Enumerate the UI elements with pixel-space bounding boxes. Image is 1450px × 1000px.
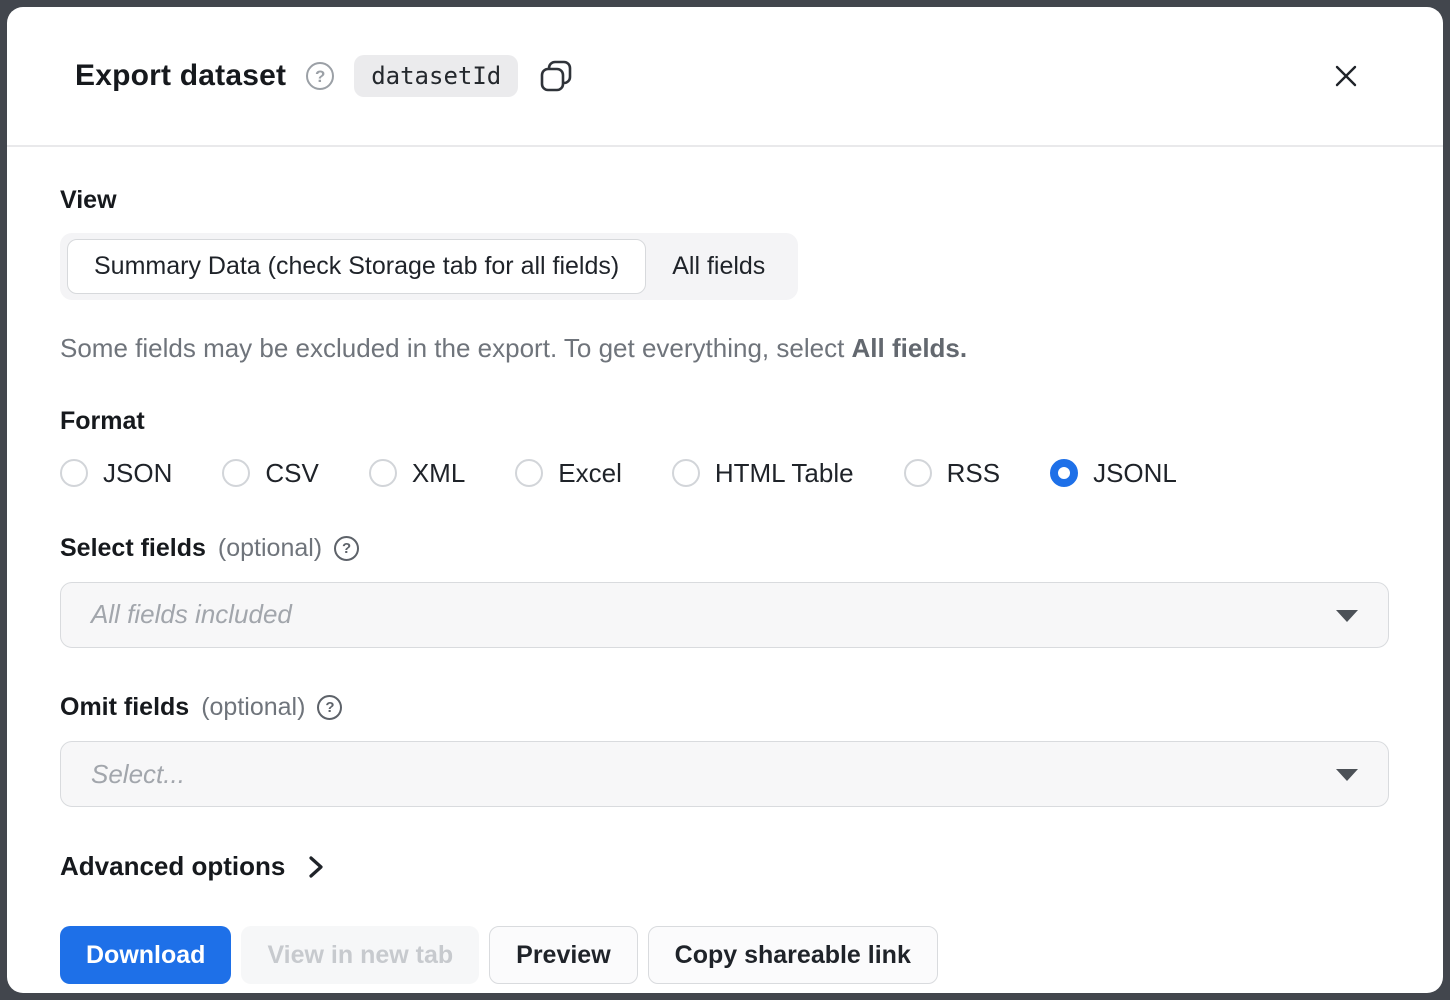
modal-title: Export dataset	[75, 59, 286, 93]
omit-fields-placeholder: Select...	[91, 759, 185, 790]
format-option-xml[interactable]: XML	[369, 458, 465, 489]
omit-fields-help-icon[interactable]: ?	[317, 695, 342, 720]
select-fields-help-icon[interactable]: ?	[334, 536, 359, 561]
close-icon	[1331, 61, 1361, 91]
copy-shareable-link-button[interactable]: Copy shareable link	[648, 926, 938, 984]
omit-fields-optional: (optional)	[201, 692, 305, 723]
radio-icon	[672, 459, 700, 487]
copy-dataset-id-button[interactable]	[538, 58, 574, 94]
helper-text-emphasis: All fields.	[852, 333, 968, 363]
copy-icon	[538, 58, 574, 94]
select-fields-label-row: Select fields (optional) ?	[60, 533, 1389, 564]
select-fields-dropdown[interactable]: All fields included	[60, 582, 1389, 648]
view-option-all-fields[interactable]: All fields	[646, 239, 791, 294]
format-option-json[interactable]: JSON	[60, 458, 172, 489]
omit-fields-dropdown[interactable]: Select...	[60, 741, 1389, 807]
format-option-excel[interactable]: Excel	[515, 458, 622, 489]
format-label: Format	[60, 406, 1389, 437]
dataset-id-badge: datasetId	[354, 55, 518, 97]
view-segmented-control: Summary Data (check Storage tab for all …	[60, 233, 798, 300]
omit-fields-label-row: Omit fields (optional) ?	[60, 692, 1389, 723]
format-radio-group: JSON CSV XML Excel HTML Table RSS	[60, 458, 1389, 489]
radio-icon	[369, 459, 397, 487]
advanced-options-toggle[interactable]: Advanced options	[60, 851, 327, 882]
helper-text-main: Some fields may be excluded in the expor…	[60, 333, 844, 363]
caret-down-icon	[1336, 610, 1358, 622]
select-fields-label: Select fields	[60, 533, 206, 564]
radio-icon	[60, 459, 88, 487]
select-fields-optional: (optional)	[218, 533, 322, 564]
footer-actions: Download View in new tab Preview Copy sh…	[60, 926, 1389, 984]
omit-fields-label: Omit fields	[60, 692, 189, 723]
select-fields-placeholder: All fields included	[91, 599, 292, 630]
view-in-new-tab-button[interactable]: View in new tab	[241, 926, 479, 984]
view-label: View	[60, 185, 1389, 216]
radio-selected-icon	[1050, 459, 1078, 487]
radio-icon	[515, 459, 543, 487]
format-option-html-table[interactable]: HTML Table	[672, 458, 854, 489]
preview-button[interactable]: Preview	[489, 926, 638, 984]
title-help-icon[interactable]: ?	[306, 62, 334, 90]
advanced-options-label: Advanced options	[60, 851, 285, 882]
download-button[interactable]: Download	[60, 926, 231, 984]
format-option-jsonl[interactable]: JSONL	[1050, 458, 1177, 489]
modal-header: Export dataset ? datasetId	[7, 7, 1443, 147]
export-dataset-modal: Export dataset ? datasetId View Summary …	[7, 7, 1443, 993]
modal-body: View Summary Data (check Storage tab for…	[7, 185, 1443, 984]
radio-icon	[222, 459, 250, 487]
format-option-csv[interactable]: CSV	[222, 458, 318, 489]
radio-icon	[904, 459, 932, 487]
format-option-rss[interactable]: RSS	[904, 458, 1000, 489]
view-helper-text: Some fields may be excluded in the expor…	[60, 333, 1389, 364]
close-button[interactable]	[1331, 61, 1361, 91]
chevron-right-icon	[305, 854, 327, 880]
caret-down-icon	[1336, 769, 1358, 781]
view-option-summary-data[interactable]: Summary Data (check Storage tab for all …	[67, 239, 646, 294]
